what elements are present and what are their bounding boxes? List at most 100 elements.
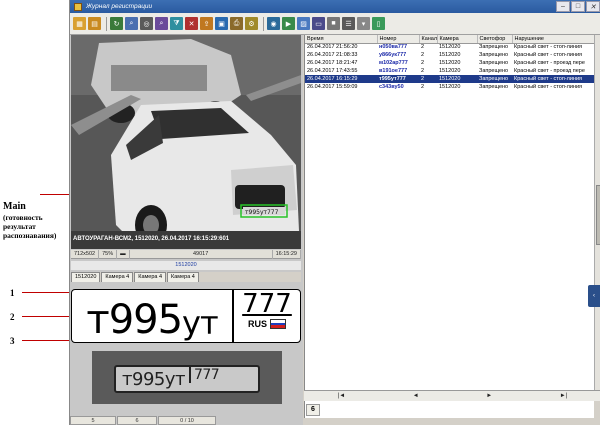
device-icon[interactable]: ▯ — [372, 17, 385, 30]
maximize-button[interactable]: □ — [571, 1, 585, 12]
cell-channel: 2 — [421, 68, 425, 74]
fit-toggle-icon[interactable]: ▬ — [117, 249, 130, 259]
table-row-selected[interactable]: 26.04.2017 16:15:29 т995ут777 2 1512020 … — [305, 75, 595, 83]
cell-plate: м102ар777 — [379, 60, 408, 66]
cell-time: 26.04.2017 21:08:33 — [307, 52, 358, 58]
tab-camera-4-c[interactable]: Камера 4 — [167, 272, 199, 282]
tab-camera-4-a[interactable]: Камера 4 — [101, 272, 134, 282]
app-window: Журнал регистрации – □ ✕ ▦ ▤ ↻ ⌕ ◎ ⌕ ⧩ ✕… — [69, 0, 600, 425]
app-icon — [74, 2, 82, 11]
status-cell-1: 5 — [70, 416, 116, 425]
column-header-plate[interactable]: Номер — [377, 35, 420, 44]
log-header-row: Время Номер Канал Камера Светофор Наруше… — [305, 35, 596, 44]
page-number[interactable]: 6 — [306, 404, 320, 416]
camera-icon[interactable]: ◉ — [267, 17, 280, 30]
recognized-plate: т 995 ут 777 RUS — [71, 289, 301, 343]
cell-violation: Красный свет - проезд пере — [514, 68, 585, 74]
list-view-icon[interactable]: ▤ — [88, 17, 101, 30]
cell-plate: н050ва777 — [379, 44, 408, 51]
column-header-violation[interactable]: Нарушение — [512, 35, 596, 44]
zoom-label[interactable]: 75% — [99, 249, 118, 259]
annotation-number-1: 1 — [10, 288, 15, 298]
delete-icon[interactable]: ✕ — [185, 17, 198, 30]
cell-time: 26.04.2017 18:21:47 — [307, 60, 358, 66]
left-panel: т995ут777 АВТОУРАГАН-ВСМ2, 1512020, 26.0… — [70, 35, 303, 425]
camera-view[interactable]: т995ут777 АВТОУРАГАН-ВСМ2, 1512020, 26.0… — [71, 35, 301, 249]
plate-crop-image: т995ут 777 — [92, 351, 282, 404]
cell-camera: 1512020 — [439, 52, 461, 58]
toolbar-separator — [106, 16, 107, 31]
frame-number: 49017 — [130, 249, 273, 259]
column-header-channel[interactable]: Канал — [419, 35, 438, 44]
camera-frame: т995ут777 — [71, 35, 301, 249]
column-header-time[interactable]: Время — [305, 35, 378, 44]
plate-letter-1: т — [86, 297, 109, 343]
annotation-number-3: 3 — [10, 336, 15, 346]
plate-digits: 995 — [108, 297, 183, 343]
bottom-strip — [304, 418, 600, 425]
table-row[interactable]: 26.04.2017 18:21:47 м102ар777 2 1512020 … — [305, 59, 595, 67]
cell-camera: 1512020 — [439, 44, 461, 51]
column-header-traffic-light[interactable]: Светофор — [477, 35, 513, 44]
cell-traffic-light: Запрещено — [479, 60, 509, 66]
side-panel-tab[interactable]: ‹ — [588, 285, 600, 307]
find-next-icon[interactable]: ⌕ — [155, 17, 168, 30]
plate-region-block: 777 RUS — [232, 290, 300, 342]
search-icon[interactable]: ⌕ — [125, 17, 138, 30]
log-vertical-scrollbar[interactable] — [594, 35, 600, 390]
column-header-camera[interactable]: Камера — [437, 35, 478, 44]
camera-caption: АВТОУРАГАН-ВСМ2, 1512020, 26.04.2017 16:… — [73, 236, 230, 242]
table-row[interactable]: 26.04.2017 15:59:09 с343ву50 2 1512020 З… — [305, 83, 595, 91]
next-record-button[interactable]: ► — [486, 393, 492, 399]
minimize-button[interactable]: – — [556, 1, 570, 12]
cell-camera: 1512020 — [439, 68, 461, 74]
tab-camera-4-b[interactable]: Камера 4 — [134, 272, 167, 282]
plate-country: RUS — [248, 319, 286, 329]
crop-plate-region: 777 — [188, 367, 220, 383]
layout-icon[interactable]: ☰ — [342, 17, 355, 30]
binoculars-icon[interactable]: ◎ — [140, 17, 153, 30]
table-view-icon[interactable]: ▦ — [73, 17, 86, 30]
status-cell-3: 0 / 10 — [158, 416, 216, 425]
image-icon[interactable]: ▨ — [297, 17, 310, 30]
crop-plate: т995ут 777 — [114, 365, 260, 393]
save-icon[interactable]: ▣ — [215, 17, 228, 30]
previous-record-button[interactable]: ◄ — [413, 393, 419, 399]
cell-camera: 1512020 — [439, 60, 461, 66]
plate-country-code: RUS — [247, 319, 267, 329]
cell-traffic-light: Запрещено — [477, 75, 512, 83]
cell-channel: 2 — [421, 84, 425, 90]
table-row[interactable]: 26.04.2017 17:43:55 в191ое777 2 1512020 … — [305, 67, 595, 75]
last-record-button[interactable]: ►| — [560, 393, 568, 399]
svg-text:т995ут777: т995ут777 — [245, 209, 279, 216]
scrollbar-thumb[interactable] — [596, 185, 600, 245]
video-status-bar: 712x502 75% ▬ 49017 16:15:29 — [71, 249, 301, 259]
stop-icon[interactable]: ■ — [327, 17, 340, 30]
refresh-icon[interactable]: ↻ — [110, 17, 123, 30]
cell-traffic-light: Запрещено — [479, 44, 509, 51]
cell-channel: 2 — [421, 52, 425, 58]
table-row[interactable]: 26.04.2017 21:56:20 н050ва777 2 1512020 … — [305, 43, 595, 51]
tab-1512020[interactable]: 1512020 — [71, 272, 101, 282]
settings-icon[interactable]: ⚙ — [245, 17, 258, 30]
registration-log: Время Номер Канал Камера Светофор Наруше… — [304, 35, 596, 425]
annotation-main-title: Main — [3, 201, 26, 212]
dropdown-icon[interactable]: ▾ — [357, 17, 370, 30]
left-status-bar: 5 6 0 / 10 — [70, 416, 303, 425]
video-icon[interactable]: ▶ — [282, 17, 295, 30]
window-title: Журнал регистрации — [86, 3, 153, 10]
close-button[interactable]: ✕ — [586, 1, 600, 12]
plate-number: т 995 ут — [72, 290, 232, 342]
plate-letters-2: ут — [182, 304, 219, 342]
cell-plate: с343ву50 — [379, 84, 404, 90]
cell-time: 26.04.2017 21:56:20 — [307, 44, 358, 51]
filter-icon[interactable]: ⧩ — [170, 17, 183, 30]
record-navigation: |◄ ◄ ► ►| — [304, 390, 600, 401]
print-icon[interactable]: ⎙ — [230, 17, 243, 30]
monitor-icon[interactable]: ▭ — [312, 17, 325, 30]
camera-tabs: 1512020 Камера 4 Камера 4 Камера 4 — [71, 272, 301, 282]
window-controls: – □ ✕ — [555, 1, 600, 12]
export-icon[interactable]: ⇪ — [200, 17, 213, 30]
table-row[interactable]: 26.04.2017 21:08:33 у866ук777 2 1512020 … — [305, 51, 595, 59]
first-record-button[interactable]: |◄ — [338, 393, 346, 399]
